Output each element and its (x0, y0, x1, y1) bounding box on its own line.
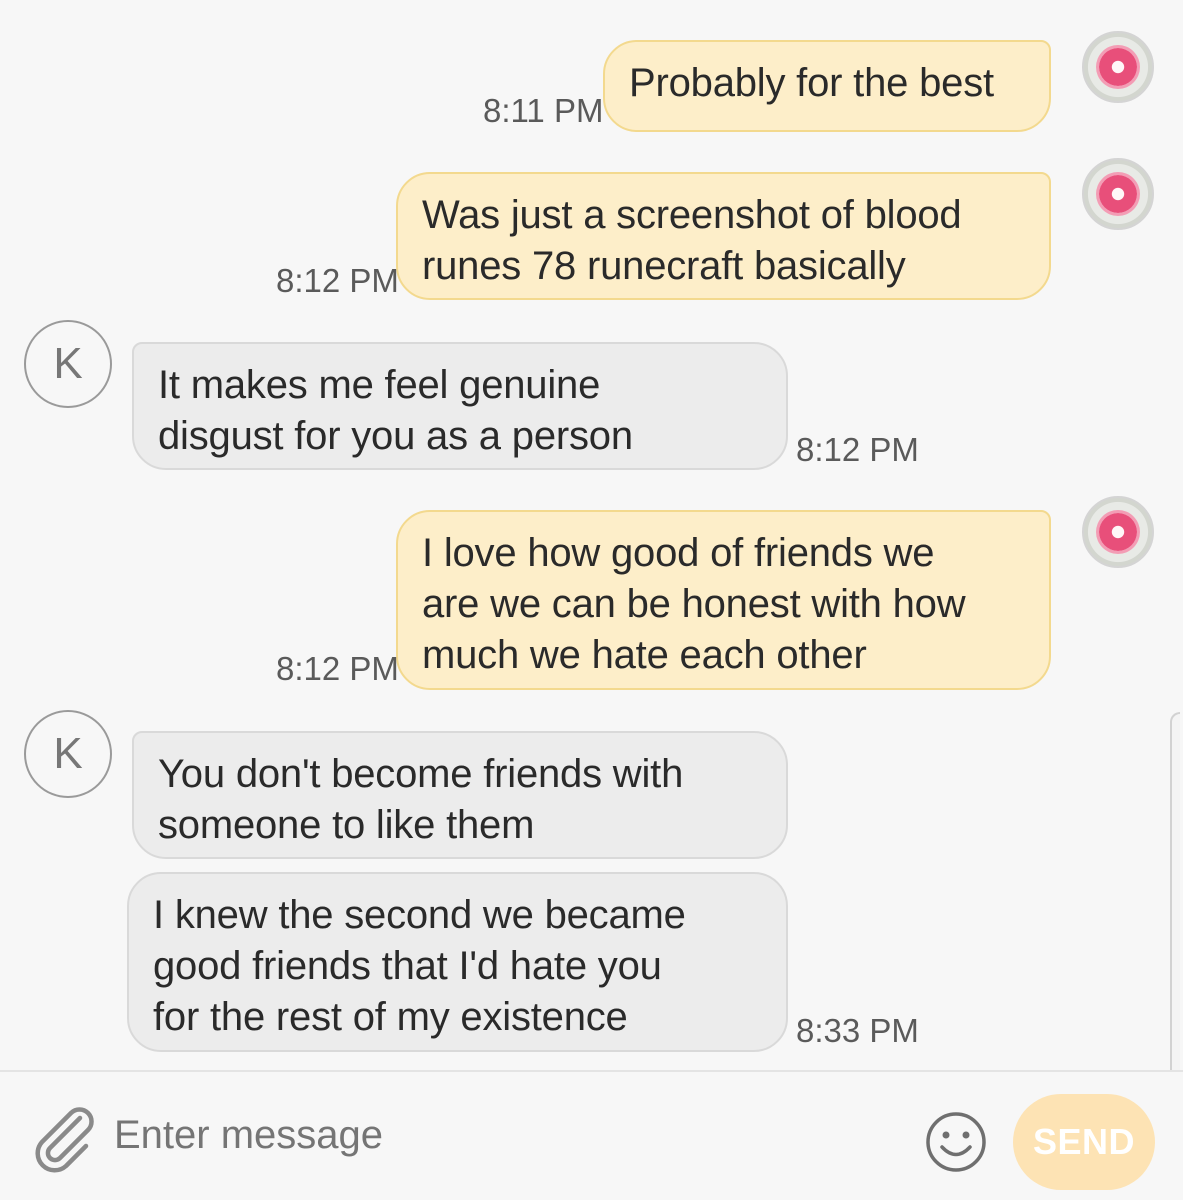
message-timestamp: 8:12 PM (276, 262, 399, 299)
contact-avatar[interactable]: K (24, 710, 112, 798)
message-text-line: I knew the second we became (153, 893, 686, 937)
my-avatar-donut[interactable] (1082, 496, 1154, 568)
smiley-icon[interactable] (924, 1110, 988, 1174)
message-timestamp: 8:11 PM (483, 92, 604, 129)
compose-bar: SEND (0, 1070, 1183, 1200)
message-text-line: someone to like them (158, 803, 535, 847)
message-bubble-outgoing[interactable]: Probably for the best (603, 40, 1051, 132)
message-timestamp: 8:12 PM (796, 431, 919, 468)
donut-icon (1099, 513, 1137, 551)
message-text-line: disgust for you as a person (158, 414, 633, 458)
message-text-line: Probably for the best (629, 61, 994, 105)
message-text-line: are we can be honest with how (422, 582, 966, 626)
message-bubble-incoming[interactable]: I knew the second we became good friends… (127, 872, 788, 1052)
message-bubble-outgoing[interactable]: I love how good of friends we are we can… (396, 510, 1051, 690)
message-timestamp: 8:12 PM (276, 650, 399, 687)
message-text-line: runes 78 runecraft basically (422, 244, 906, 288)
contact-avatar[interactable]: K (24, 320, 112, 408)
message-timestamp: 8:33 PM (796, 1012, 919, 1049)
message-bubble-outgoing[interactable]: Was just a screenshot of blood runes 78 … (396, 172, 1051, 300)
message-input[interactable] (114, 1100, 894, 1170)
message-bubble-incoming[interactable]: It makes me feel genuine disgust for you… (132, 342, 788, 470)
message-bubble-incoming[interactable]: You don't become friends with someone to… (132, 731, 788, 859)
send-button[interactable]: SEND (1013, 1094, 1155, 1190)
donut-icon (1099, 48, 1137, 86)
my-avatar-donut[interactable] (1082, 158, 1154, 230)
paperclip-icon[interactable] (30, 1104, 100, 1174)
donut-icon (1099, 175, 1137, 213)
my-avatar-donut[interactable] (1082, 31, 1154, 103)
message-thread[interactable]: Probably for the best 8:11 PM Was just a… (0, 0, 1183, 1070)
message-text-line: for the rest of my existence (153, 995, 628, 1039)
message-text-line: good friends that I'd hate you (153, 944, 662, 988)
message-text-line: I love how good of friends we (422, 531, 935, 575)
message-text-line: Was just a screenshot of blood (422, 193, 962, 237)
message-text-line: It makes me feel genuine (158, 363, 601, 407)
messaging-screen: Probably for the best 8:11 PM Was just a… (0, 0, 1183, 1200)
message-text-line: You don't become friends with (158, 752, 684, 796)
message-text-line: much we hate each other (422, 633, 867, 677)
